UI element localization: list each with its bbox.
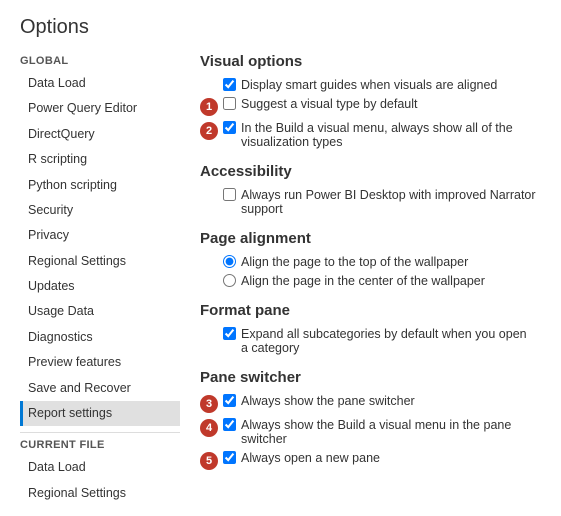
option-row-vo1: Display smart guides when visuals are al… (200, 78, 537, 92)
current-file-items-list: Data LoadRegional Settings (20, 455, 180, 506)
sidebar-item-privacy[interactable]: Privacy (20, 223, 180, 248)
option-label-vo2[interactable]: Suggest a visual type by default (223, 97, 418, 111)
option-input-vo3[interactable] (223, 121, 236, 134)
option-label-ac1[interactable]: Always run Power BI Desktop with improve… (223, 188, 537, 216)
sidebar-item-python-scripting[interactable]: Python scripting (20, 173, 180, 198)
option-text-vo1: Display smart guides when visuals are al… (241, 78, 497, 92)
option-row-ac1: Always run Power BI Desktop with improve… (200, 188, 537, 216)
sidebar-item-r-scripting[interactable]: R scripting (20, 147, 180, 172)
sidebar-item-data-load[interactable]: Data Load (20, 455, 180, 480)
option-row-pa2: Align the page in the center of the wall… (200, 274, 537, 288)
option-input-ps2[interactable] (223, 418, 236, 431)
option-row-ps2: 4 Always show the Build a visual menu in … (200, 418, 537, 446)
option-label-ps3[interactable]: Always open a new pane (223, 451, 380, 465)
visual-options-title: Visual options (200, 53, 537, 70)
option-row-vo3: 2 In the Build a visual menu, always show… (200, 121, 537, 149)
option-label-vo3[interactable]: In the Build a visual menu, always show … (223, 121, 537, 149)
page-alignment-rows: Align the page to the top of the wallpap… (200, 255, 537, 288)
main-layout: GLOBAL Data LoadPower Query EditorDirect… (20, 53, 541, 506)
option-row-vo2: 1 Suggest a visual type by default (200, 97, 537, 116)
accessibility-title: Accessibility (200, 163, 537, 180)
option-text-vo3: In the Build a visual menu, always show … (241, 121, 537, 149)
option-input-ps3[interactable] (223, 451, 236, 464)
content-panel: Visual options Display smart guides when… (180, 53, 541, 506)
sidebar-item-data-load[interactable]: Data Load (20, 71, 180, 96)
option-row-ps3: 5 Always open a new pane (200, 451, 537, 470)
sidebar-item-power-query-editor[interactable]: Power Query Editor (20, 96, 180, 121)
option-input-pa1[interactable] (223, 255, 236, 268)
format-pane-title: Format pane (200, 302, 537, 319)
sidebar-item-diagnostics[interactable]: Diagnostics (20, 325, 180, 350)
sidebar-divider (20, 432, 180, 433)
badge-4: 4 (200, 419, 218, 437)
option-input-vo2[interactable] (223, 97, 236, 110)
option-row-pa1: Align the page to the top of the wallpap… (200, 255, 537, 269)
sidebar: GLOBAL Data LoadPower Query EditorDirect… (20, 53, 180, 506)
option-text-pa1: Align the page to the top of the wallpap… (241, 255, 468, 269)
current-file-section-label: CURRENT FILE (20, 439, 180, 451)
sidebar-item-regional-settings[interactable]: Regional Settings (20, 481, 180, 506)
option-text-vo2: Suggest a visual type by default (241, 97, 418, 111)
sidebar-item-report-settings[interactable]: Report settings (20, 401, 180, 426)
pane-switcher-title: Pane switcher (200, 369, 537, 386)
visual-options-rows: Display smart guides when visuals are al… (200, 78, 537, 149)
sidebar-item-preview-features[interactable]: Preview features (20, 350, 180, 375)
option-label-ps1[interactable]: Always show the pane switcher (223, 394, 415, 408)
accessibility-rows: Always run Power BI Desktop with improve… (200, 188, 537, 216)
option-input-fp1[interactable] (223, 327, 236, 340)
sidebar-item-updates[interactable]: Updates (20, 274, 180, 299)
sidebar-item-security[interactable]: Security (20, 198, 180, 223)
badge-5: 5 (200, 452, 218, 470)
option-text-pa2: Align the page in the center of the wall… (241, 274, 485, 288)
option-input-pa2[interactable] (223, 274, 236, 287)
option-label-vo1[interactable]: Display smart guides when visuals are al… (223, 78, 497, 92)
sidebar-item-directquery[interactable]: DirectQuery (20, 122, 180, 147)
option-text-ps2: Always show the Build a visual menu in t… (241, 418, 537, 446)
option-row-ps1: 3 Always show the pane switcher (200, 394, 537, 413)
options-dialog: Options GLOBAL Data LoadPower Query Edit… (0, 0, 561, 516)
option-text-fp1: Expand all subcategories by default when… (241, 327, 537, 355)
badge-3: 3 (200, 395, 218, 413)
option-text-ps3: Always open a new pane (241, 451, 380, 465)
option-input-ps1[interactable] (223, 394, 236, 407)
option-row-fp1: Expand all subcategories by default when… (200, 327, 537, 355)
option-label-pa1[interactable]: Align the page to the top of the wallpap… (223, 255, 468, 269)
option-input-vo1[interactable] (223, 78, 236, 91)
badge-1: 1 (200, 98, 218, 116)
sidebar-item-regional-settings[interactable]: Regional Settings (20, 249, 180, 274)
badge-2: 2 (200, 122, 218, 140)
page-alignment-title: Page alignment (200, 230, 537, 247)
global-items-list: Data LoadPower Query EditorDirectQueryR … (20, 71, 180, 426)
option-text-ac1: Always run Power BI Desktop with improve… (241, 188, 537, 216)
global-section-label: GLOBAL (20, 55, 180, 67)
format-pane-rows: Expand all subcategories by default when… (200, 327, 537, 355)
sidebar-item-save-and-recover[interactable]: Save and Recover (20, 376, 180, 401)
option-label-fp1[interactable]: Expand all subcategories by default when… (223, 327, 537, 355)
pane-switcher-rows: 3 Always show the pane switcher 4 Always sh… (200, 394, 537, 470)
option-label-ps2[interactable]: Always show the Build a visual menu in t… (223, 418, 537, 446)
page-title: Options (20, 16, 541, 39)
option-input-ac1[interactable] (223, 188, 236, 201)
option-text-ps1: Always show the pane switcher (241, 394, 415, 408)
option-label-pa2[interactable]: Align the page in the center of the wall… (223, 274, 485, 288)
sidebar-item-usage-data[interactable]: Usage Data (20, 299, 180, 324)
